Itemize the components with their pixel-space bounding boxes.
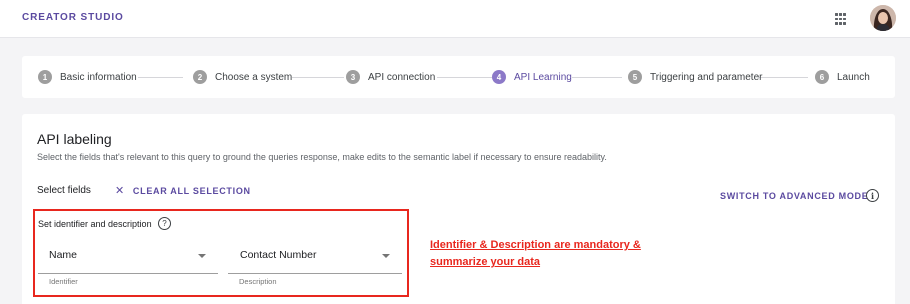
step-number: 4 [492, 70, 506, 84]
step-choose-a-system[interactable]: 2 Choose a system [193, 69, 292, 85]
step-triggering-and-parameter[interactable]: 5 Triggering and parameter [628, 69, 762, 85]
step-label: API connection [368, 71, 436, 83]
user-avatar[interactable] [870, 5, 896, 31]
step-number: 6 [815, 70, 829, 84]
step-connector [292, 77, 344, 78]
annotation-line-1: Identifier & Description are mandatory & [430, 239, 641, 251]
description-select[interactable]: Contact Number [228, 241, 402, 274]
step-label: Basic information [60, 71, 137, 83]
step-number: 5 [628, 70, 642, 84]
chevron-down-icon [198, 254, 206, 258]
description-helper-text: Description [239, 277, 277, 286]
page-subtitle: Select the fields that's relevant to thi… [37, 152, 607, 162]
step-basic-information[interactable]: 1 Basic information [38, 69, 137, 85]
clear-all-selection-button[interactable]: ✕ CLEAR ALL SELECTION [115, 184, 251, 197]
step-label: API Learning [514, 71, 572, 83]
step-connector [437, 77, 492, 78]
step-number: 1 [38, 70, 52, 84]
mandatory-annotation: Identifier & Description are mandatory &… [430, 237, 641, 271]
step-label: Choose a system [215, 71, 293, 83]
api-labeling-card: API labeling Select the fields that's re… [22, 114, 895, 304]
top-bar: CREATOR STUDIO [0, 0, 910, 38]
identifier-value: Name [49, 249, 78, 261]
step-launch[interactable]: 6 Launch [815, 69, 870, 85]
help-circle-icon[interactable]: ? [158, 217, 171, 230]
page-title: API labeling [37, 131, 112, 147]
close-icon: ✕ [115, 185, 125, 197]
wizard-stepper: 1 Basic information 2 Choose a system 3 … [22, 56, 895, 98]
step-api-learning[interactable]: 4 API Learning [492, 69, 572, 85]
step-api-connection[interactable]: 3 API connection [346, 69, 435, 85]
step-number: 2 [193, 70, 207, 84]
info-circle-icon[interactable]: i [866, 189, 879, 202]
step-connector [572, 77, 622, 78]
chevron-down-icon [382, 254, 390, 258]
step-connector [758, 77, 808, 78]
description-value: Contact Number [240, 249, 317, 261]
clear-all-selection-label: CLEAR ALL SELECTION [132, 185, 251, 196]
select-fields-label: Select fields [37, 185, 91, 196]
step-number: 3 [346, 70, 360, 84]
identifier-description-section: Set identifier and description ? Name Id… [33, 209, 409, 297]
step-label: Launch [837, 71, 870, 83]
brand-title[interactable]: CREATOR STUDIO [22, 12, 124, 23]
annotation-line-2: summarize your data [430, 256, 541, 268]
apps-grid-icon[interactable] [835, 13, 847, 25]
avatar-image [870, 5, 896, 31]
step-connector [138, 77, 183, 78]
step-label: Triggering and parameter [650, 71, 763, 83]
identifier-select[interactable]: Name [38, 241, 218, 274]
identifier-section-heading: Set identifier and description [38, 219, 152, 229]
identifier-helper-text: Identifier [49, 277, 78, 286]
switch-to-advanced-mode-button[interactable]: SWITCH TO ADVANCED MODE [720, 191, 868, 201]
